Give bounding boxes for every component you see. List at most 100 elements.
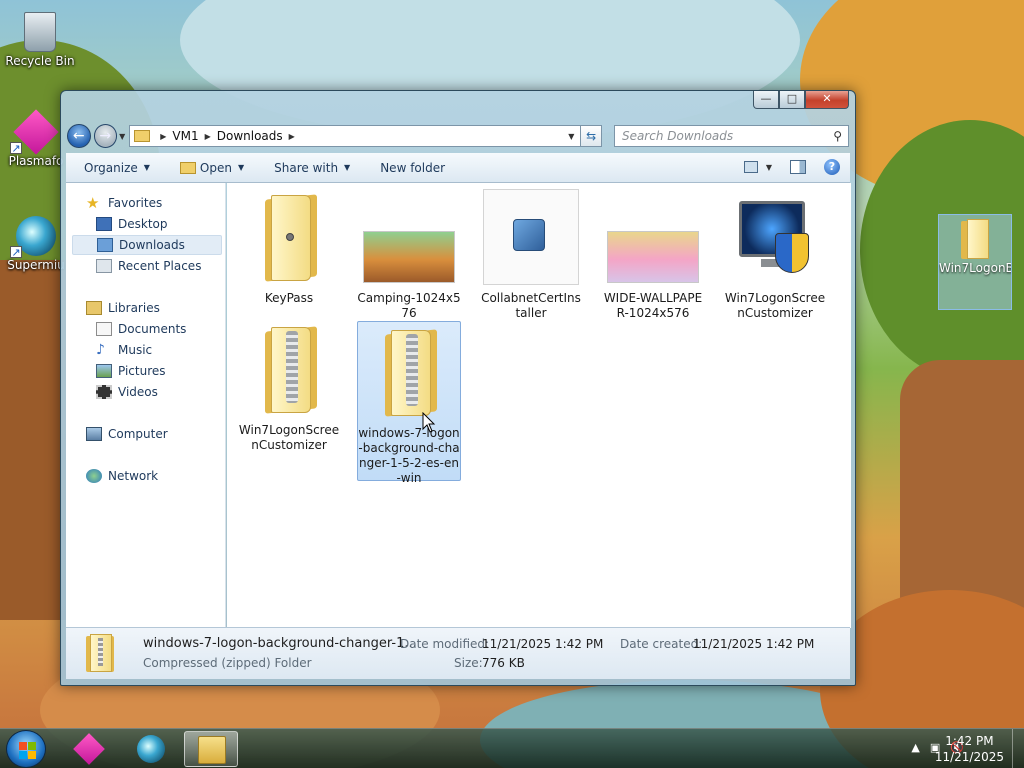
caption-buttons: — □ ✕ [753,91,849,109]
maximize-button[interactable]: □ [779,91,805,109]
nav-computer[interactable]: Computer [86,424,168,444]
new-folder-button[interactable]: New folder [380,161,445,175]
nav-favorites[interactable]: ★ Favorites [86,193,162,213]
breadcrumb-downloads[interactable]: Downloads [217,129,283,143]
nav-music[interactable]: ♪ Music [96,340,152,360]
breadcrumb-vm1[interactable]: VM1 [172,129,198,143]
taskbar-supermium[interactable] [124,731,178,767]
nav-libraries[interactable]: Libraries [86,298,160,318]
new-folder-label: New folder [380,160,446,175]
zip-folder-icon [361,324,457,420]
date-created-label: Date created: [620,637,703,651]
details-file-type: Compressed (zipped) Folder [143,656,312,670]
desktop-icon [96,217,112,231]
chevron-right-icon[interactable]: ▶ [160,132,166,141]
chevron-right-icon[interactable]: ▶ [205,132,211,141]
chevron-down-icon[interactable]: ▼ [766,163,772,172]
close-button[interactable]: ✕ [805,91,849,109]
clock[interactable]: 1:42 PM 11/21/2025 [935,733,1004,765]
file-name: WIDE-WALLPAPER-1024x576 [603,291,703,320]
chevron-down-icon: ▼ [237,163,245,172]
downloads-icon [97,238,113,252]
clock-date: 11/21/2025 [934,750,1004,764]
plasmafox-icon [73,733,105,765]
file-name: Camping-1024x576 [357,291,461,320]
taskbar-plasmafox[interactable] [62,731,116,767]
nav-desktop[interactable]: Desktop [96,214,168,234]
nav-label: Music [118,343,153,357]
file-name: windows-7-logon-background-changer-1-5-2… [358,426,460,485]
computer-icon [86,427,102,441]
show-desktop-button[interactable] [1012,729,1024,768]
network-icon [86,469,102,483]
open-label: Open [199,160,232,175]
search-input[interactable]: Search Downloads ⚲ [613,125,850,147]
libraries-icon [86,301,102,315]
nav-pictures[interactable]: Pictures [96,361,166,381]
date-modified-label: Date modified: [400,637,490,651]
search-icon[interactable]: ⚲ [833,129,842,143]
change-view-icon[interactable] [743,161,758,173]
folder-icon [179,161,196,174]
file-item-win7logonscreencustomizer-app[interactable]: Win7LogonScreenCustomizer [723,189,827,321]
forward-button[interactable]: → [93,124,118,148]
nav-network[interactable]: Network [86,466,158,486]
date-modified-value: 11/21/2025 1:42 PM [482,637,604,651]
clock-time: 1:42 PM [945,734,994,748]
search-placeholder: Search Downloads [621,129,734,143]
show-hidden-icons-arrow[interactable]: ▲ [911,741,919,754]
dragged-folder-ghost[interactable]: Win7LogonBackgroundChanger [938,214,1012,310]
file-item-collabnet[interactable]: CollabnetCertInstaller [479,189,583,321]
start-button[interactable] [6,730,46,768]
recycle-bin-icon [24,12,56,52]
minimize-button[interactable]: — [753,91,779,109]
dragged-folder-label: Win7LogonBackgroundChanger [939,261,1011,275]
taskbar-explorer[interactable] [184,731,238,767]
size-value: 776 KB [482,656,525,670]
file-name: CollabnetCertInstaller [481,291,581,320]
documents-icon [96,322,112,336]
zip-folder-icon [241,321,337,417]
music-icon: ♪ [96,342,105,358]
command-bar: Organize ▼ Open ▼ Share with ▼ New folde… [66,153,850,183]
preview-pane-icon[interactable] [790,160,806,174]
back-button[interactable]: ← [67,124,91,148]
refresh-button[interactable]: ⇆ [580,125,602,147]
size-label: Size: [454,656,483,670]
folder-icon [241,189,337,285]
mouse-cursor-icon [422,412,436,433]
navigation-pane: ★ Favorites Desktop Downloads Recent Pla… [66,183,226,628]
chevron-right-icon[interactable]: ▶ [289,132,295,141]
recent-places-icon [96,259,112,273]
open-button[interactable]: Open ▼ [179,160,245,175]
nav-recent-places[interactable]: Recent Places [96,256,201,276]
file-item-win7logonscreencustomizer-zip[interactable]: Win7LogonScreenCustomizer [237,321,341,453]
file-name: KeyPass [264,291,314,305]
desktop-icon-label: Plasmafo [8,154,64,168]
explorer-window[interactable]: — □ ✕ ← → ▼ ▶ VM1 ▶ Downloads ▶ ▼ ⇆ Sear… [60,90,856,686]
file-list: KeyPass Camping-1024x576 CollabnetCertIn… [227,183,851,628]
share-with-button[interactable]: Share with ▼ [274,161,350,175]
organize-label: Organize [84,160,138,175]
installer-icon [483,189,579,285]
nav-downloads[interactable]: Downloads [72,235,222,255]
nav-label: Recent Places [118,259,202,273]
organize-button[interactable]: Organize ▼ [84,161,150,175]
file-item-camping[interactable]: Camping-1024x576 [357,189,461,321]
star-icon: ★ [86,194,100,212]
help-icon[interactable]: ? [824,159,840,175]
desktop-icon-recycle-bin[interactable]: Recycle Bin [0,4,80,68]
navigation-bar: ← → ▼ ▶ VM1 ▶ Downloads ▶ ▼ ⇆ Search Dow… [67,123,850,149]
date-created-value: 11/21/2025 1:42 PM [693,637,815,651]
nav-videos[interactable]: Videos [96,382,158,402]
address-bar[interactable]: ▶ VM1 ▶ Downloads ▶ ▼ [129,125,582,147]
file-item-windows-7-logon-background-changer[interactable]: windows-7-logon-background-changer-1-5-2… [357,321,461,485]
nav-documents[interactable]: Documents [96,319,186,339]
file-item-wide-wallpaper[interactable]: WIDE-WALLPAPER-1024x576 [601,189,705,321]
zip-folder-icon [86,634,116,672]
recent-pages-dropdown-icon[interactable]: ▼ [119,132,125,141]
chevron-down-icon[interactable]: ▼ [568,132,574,141]
view-controls: ▼ ? [743,159,840,175]
file-name: Win7LogonScreenCustomizer [724,291,826,320]
file-item-keypass[interactable]: KeyPass [237,189,341,306]
